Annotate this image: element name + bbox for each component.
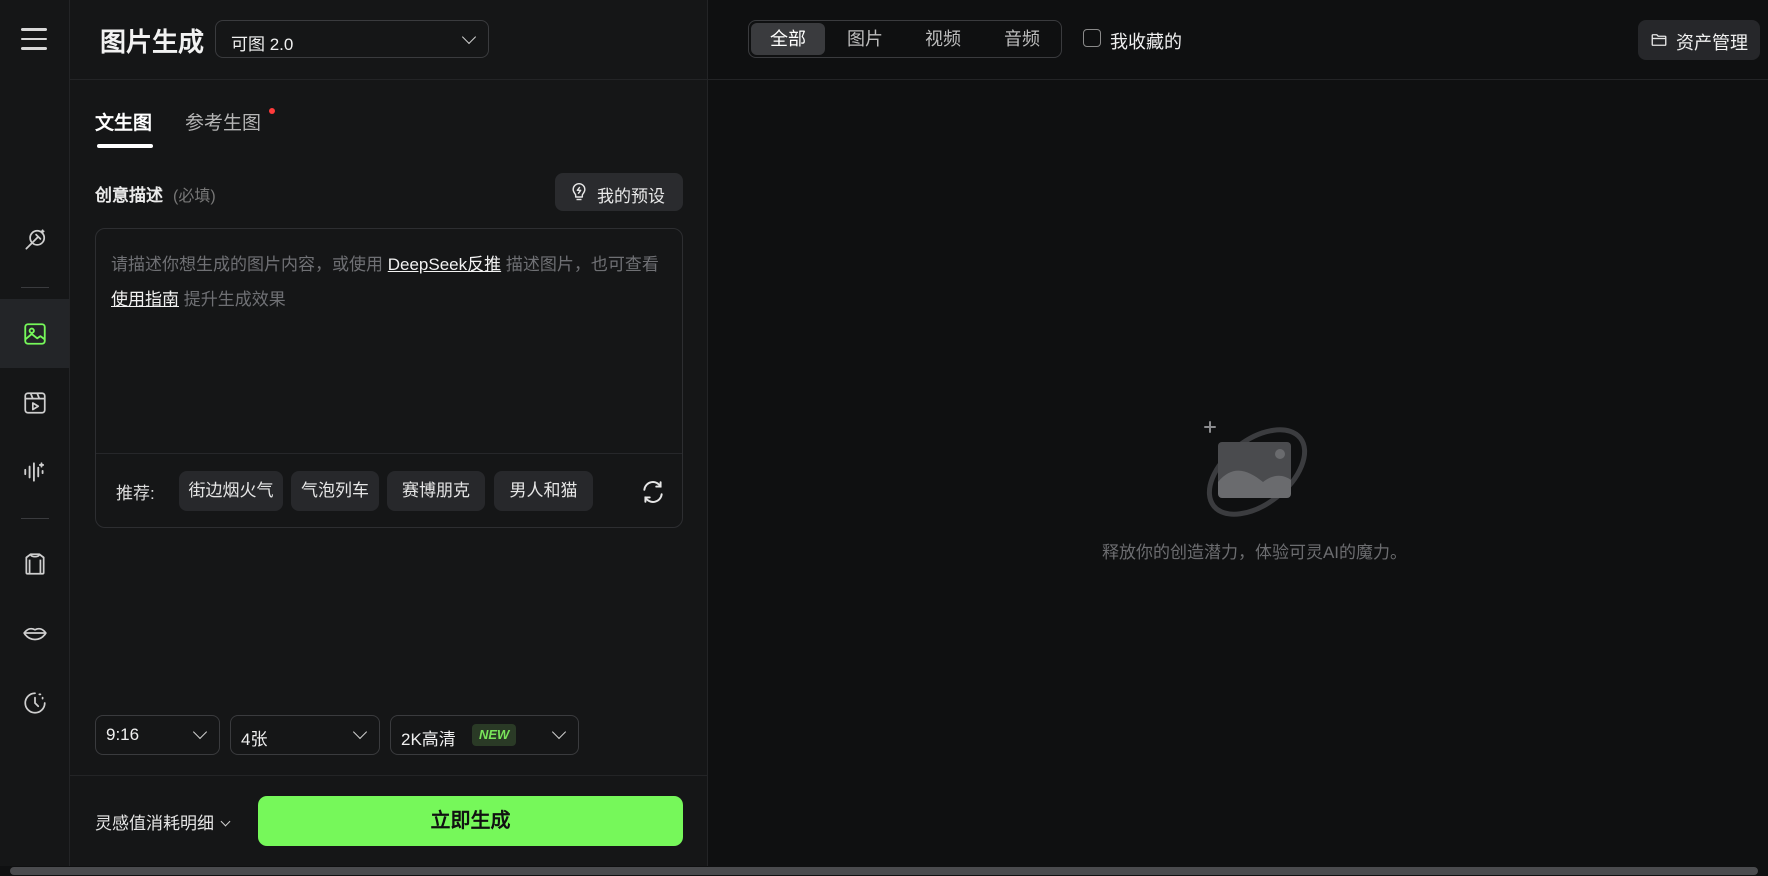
placeholder-text: 描述图片，也可查看: [501, 255, 659, 274]
filter-all[interactable]: 全部: [751, 23, 825, 55]
panel-header: 图片生成 可图 2.0: [70, 0, 707, 80]
asset-management-label: 资产管理: [1676, 33, 1748, 53]
media-filter: 全部 图片 视频 音频: [748, 20, 1062, 58]
menu-icon[interactable]: [21, 28, 47, 50]
empty-gallery-icon: [1204, 421, 1308, 517]
cost-detail-label: 灵感值消耗明细: [95, 814, 214, 833]
filter-image[interactable]: 图片: [829, 23, 901, 55]
left-rail: [0, 0, 70, 866]
prompt-placeholder[interactable]: 请描述你想生成的图片内容，或使用 DeepSeek反推 描述图片，也可查看 使用…: [111, 247, 666, 317]
chevron-down-icon: [192, 724, 208, 740]
recommend-chip[interactable]: 街边烟火气: [179, 471, 283, 511]
page-title: 图片生成: [100, 27, 205, 57]
my-preset-button[interactable]: 我的预设: [555, 173, 683, 211]
prompt-label: 创意描述: [95, 186, 163, 205]
favorites-label[interactable]: 我收藏的: [1110, 28, 1182, 54]
aspect-ratio-select[interactable]: 9:16: [95, 715, 220, 755]
tab-reference-image[interactable]: 参考生图: [185, 108, 261, 135]
empty-gallery-message: 释放你的创造潜力，体验可灵AI的魔力。: [1101, 543, 1408, 562]
chevron-down-icon: [551, 724, 567, 740]
recommend-label: 推荐:: [116, 484, 155, 503]
recommend-chip[interactable]: 赛博朋克: [387, 471, 485, 511]
history-icon[interactable]: [0, 668, 69, 737]
prompt-required-hint: (必填): [173, 188, 216, 205]
chevron-down-icon: [461, 29, 477, 45]
deepseek-link[interactable]: DeepSeek反推: [388, 255, 501, 274]
rail-divider: [21, 287, 49, 288]
image-count-select[interactable]: 4张: [230, 715, 380, 755]
rail-divider: [21, 518, 49, 519]
guide-link[interactable]: 使用指南: [111, 290, 179, 309]
model-select[interactable]: 可图 2.0: [215, 20, 489, 58]
filter-audio[interactable]: 音频: [985, 23, 1059, 55]
footer-divider: [70, 775, 707, 776]
prompt-divider: [96, 453, 682, 454]
asset-management-button[interactable]: 资产管理: [1638, 20, 1760, 60]
lips-icon[interactable]: [0, 598, 69, 667]
magic-wand-icon[interactable]: [0, 205, 69, 274]
placeholder-text: 请描述你想生成的图片内容，或使用: [111, 255, 388, 274]
tab-text-to-image[interactable]: 文生图: [95, 108, 152, 135]
quality-value: 2K高清: [401, 730, 456, 749]
active-tab-indicator: [97, 144, 153, 148]
cost-detail-link[interactable]: 灵感值消耗明细: [95, 809, 231, 834]
image-icon[interactable]: [0, 299, 69, 368]
audio-wave-icon[interactable]: [0, 437, 69, 506]
my-preset-label: 我的预设: [597, 187, 665, 206]
aspect-ratio-value: 9:16: [106, 725, 140, 744]
generation-panel: 图片生成 可图 2.0 文生图 参考生图 创意描述 (必填) 我的预设 请描述你…: [70, 0, 708, 866]
video-icon[interactable]: [0, 368, 69, 437]
shirt-icon[interactable]: [0, 529, 69, 598]
horizontal-scrollbar-thumb[interactable]: [10, 867, 1758, 875]
new-badge: NEW: [472, 724, 517, 746]
placeholder-text: 提升生成效果: [179, 290, 286, 309]
image-count-value: 4张: [241, 730, 268, 749]
lightbulb-icon: [572, 182, 586, 201]
folder-icon: [1651, 34, 1667, 46]
gallery-header: 全部 图片 视频 音频 我收藏的 资产管理: [708, 0, 1768, 80]
notification-dot: [269, 108, 275, 114]
recommend-chip[interactable]: 气泡列车: [291, 471, 379, 511]
refresh-icon[interactable]: [640, 479, 666, 505]
generate-button[interactable]: 立即生成: [258, 796, 683, 846]
model-select-value: 可图 2.0: [231, 35, 294, 54]
prompt-input[interactable]: 请描述你想生成的图片内容，或使用 DeepSeek反推 描述图片，也可查看 使用…: [95, 228, 683, 528]
chevron-down-icon: [220, 816, 231, 827]
favorites-checkbox[interactable]: [1083, 29, 1101, 47]
filter-video[interactable]: 视频: [905, 23, 981, 55]
chevron-down-icon: [352, 724, 368, 740]
recommend-chip[interactable]: 男人和猫: [494, 471, 593, 511]
quality-select[interactable]: 2K高清 NEW: [390, 715, 579, 755]
